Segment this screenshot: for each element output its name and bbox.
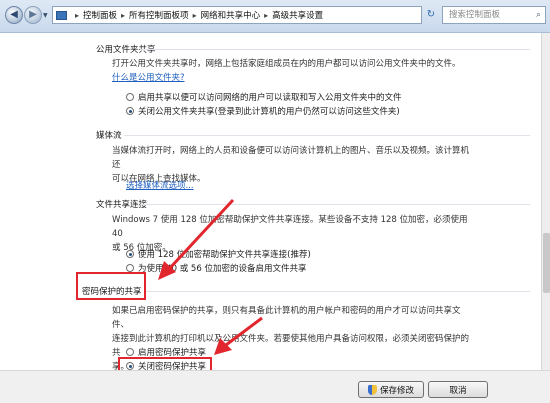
radio-128bit[interactable]: 使用 128 位加密帮助保护文件共享连接(推荐)	[126, 248, 311, 260]
divider	[146, 291, 530, 292]
refresh-button[interactable]: ↻	[424, 8, 438, 22]
chevron-right-icon[interactable]: ▸	[75, 11, 79, 20]
radio-button[interactable]	[126, 348, 134, 356]
search-placeholder: 搜索控制面板	[449, 10, 501, 20]
media-options: 选择媒体流选项...	[126, 179, 476, 193]
search-icon: ⌕	[535, 10, 541, 20]
vertical-scrollbar[interactable]	[541, 33, 550, 370]
divider	[124, 135, 530, 136]
search-input[interactable]: 搜索控制面板 ⌕	[442, 6, 546, 24]
breadcrumb-all-items[interactable]: 所有控制面板项	[129, 9, 189, 21]
back-button[interactable]: ◀	[5, 6, 23, 24]
scrollbar-thumb[interactable]	[543, 233, 550, 293]
breadcrumb-advanced-sharing[interactable]: 高级共享设置	[272, 9, 323, 21]
breadcrumb-control-panel[interactable]: 控制面板	[83, 9, 117, 21]
breadcrumb: ▸ 控制面板 ▸ 所有控制面板项 ▸ 网络和共享中心 ▸ 高级共享设置	[52, 6, 422, 24]
uac-shield-icon	[367, 384, 377, 395]
what-is-public-folder-link[interactable]: 什么是公用文件夹?	[112, 73, 185, 83]
chevron-right-icon[interactable]: ▸	[193, 11, 197, 20]
forward-button[interactable]: ▶	[24, 6, 42, 24]
password-text-line: 如果已启用密码保护的共享，则只有具备此计算机的用户帐户和密码的用户才可以访问共享…	[112, 306, 461, 330]
radio-disable-public-sharing[interactable]: 关闭公用文件夹共享(登录到此计算机的用户仍然可以访问这些文件夹)	[126, 105, 400, 117]
divider	[140, 49, 530, 50]
breadcrumb-network-center[interactable]: 网络和共享中心	[201, 9, 261, 21]
cancel-button[interactable]: 取消	[428, 381, 488, 398]
file-sharing-text-line: Windows 7 使用 128 位加密帮助保护文件共享连接。某些设备不支持 1…	[112, 215, 468, 239]
choose-media-options-link[interactable]: 选择媒体流选项...	[126, 181, 194, 191]
annotation-highlight-box	[76, 272, 146, 300]
address-bar: ◀ ▶ ▼ ▸ 控制面板 ▸ 所有控制面板项 ▸ 网络和共享中心 ▸ 高级共享设…	[0, 0, 550, 33]
media-text-line: 当媒体流打开时，网络上的人员和设备便可以访问该计算机上的图片、音乐以及视频。该计…	[112, 146, 470, 170]
divider	[140, 204, 530, 205]
radio-label: 启用共享以便可以访问网络的用户可以读取和写入公用文件夹中的文件	[138, 93, 402, 103]
chevron-right-icon[interactable]: ▸	[264, 11, 268, 20]
radio-button[interactable]	[126, 107, 134, 115]
radio-enable-public-sharing[interactable]: 启用共享以便可以访问网络的用户可以读取和写入公用文件夹中的文件	[126, 91, 402, 103]
radio-button[interactable]	[126, 93, 134, 101]
refresh-icon: ↻	[426, 9, 436, 20]
arrow-right-icon: ▶	[29, 9, 37, 20]
save-button-label: 保存修改	[379, 385, 414, 396]
recent-pages-dropdown[interactable]: ▼	[43, 12, 48, 19]
radio-button[interactable]	[126, 264, 134, 272]
section-title-media: 媒体流	[96, 131, 122, 141]
footer-bar: 保存修改 取消	[0, 370, 550, 403]
public-folder-description: 打开公用文件夹共享时，网络上包括家庭组成员在内的用户都可以访问公用文件夹中的文件…	[112, 57, 468, 85]
public-folder-text: 打开公用文件夹共享时，网络上包括家庭组成员在内的用户都可以访问公用文件夹中的文件…	[112, 59, 461, 69]
cancel-button-label: 取消	[449, 385, 467, 396]
radio-label: 使用 128 位加密帮助保护文件共享连接(推荐)	[138, 250, 311, 260]
radio-button[interactable]	[126, 250, 134, 258]
radio-label: 为使用 40 或 56 位加密的设备启用文件共享	[138, 264, 307, 274]
chevron-right-icon[interactable]: ▸	[121, 11, 125, 20]
settings-content: 公用文件夹共享 打开公用文件夹共享时，网络上包括家庭组成员在内的用户都可以访问公…	[0, 33, 540, 372]
radio-40-56bit[interactable]: 为使用 40 或 56 位加密的设备启用文件共享	[126, 262, 306, 274]
radio-label: 关闭公用文件夹共享(登录到此计算机的用户仍然可以访问这些文件夹)	[138, 107, 400, 117]
save-changes-button[interactable]: 保存修改	[358, 381, 424, 398]
arrow-left-icon: ◀	[10, 9, 18, 20]
control-panel-icon	[56, 10, 67, 20]
